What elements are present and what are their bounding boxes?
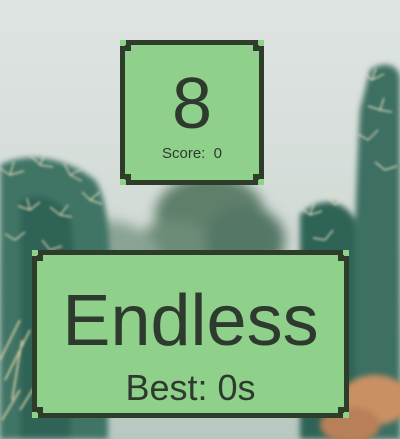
- panel-inner-corner: [253, 174, 259, 180]
- score-value: 8: [171, 64, 213, 144]
- score-label: Score: 0: [161, 145, 223, 162]
- panel-inner-corner: [253, 45, 259, 51]
- endless-mode-button[interactable]: Endless Best: 0s: [32, 250, 349, 418]
- panel-inner-corner: [37, 255, 43, 261]
- panel-inner-corner: [338, 255, 344, 261]
- panel-inner-corner: [125, 45, 131, 51]
- best-time: Best: 0s: [125, 367, 256, 408]
- score-card: 8 Score: 0: [120, 40, 264, 185]
- mode-title: Endless: [62, 281, 319, 361]
- panel-inner-corner: [125, 174, 131, 180]
